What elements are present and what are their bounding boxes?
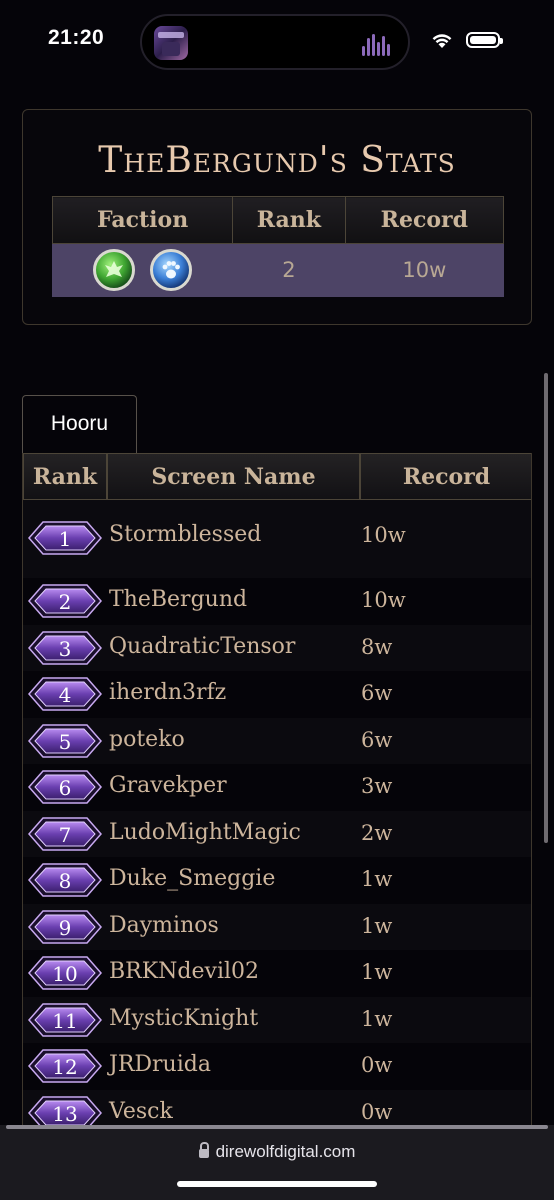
player-screen-name[interactable]: iherdn3rfz: [109, 680, 226, 705]
rank-badge: 10: [27, 955, 103, 991]
rank-number: 9: [58, 915, 72, 940]
rank-badge: 8: [27, 862, 103, 898]
rank-number: 11: [52, 1008, 78, 1033]
rank-number: 13: [52, 1101, 78, 1125]
rank-number: 3: [58, 636, 72, 661]
leaderboard-row[interactable]: 7 LudoMightMagic 2w: [23, 810, 531, 857]
player-record: 1w: [361, 960, 393, 985]
player-screen-name[interactable]: QuadraticTensor: [109, 634, 295, 659]
screen-name-column-header[interactable]: Screen Name: [107, 453, 360, 500]
player-record: 6w: [361, 727, 393, 752]
player-record: 0w: [361, 1053, 393, 1078]
rank-column-header[interactable]: Rank: [23, 453, 107, 500]
player-record: 3w: [361, 774, 393, 799]
player-screen-name[interactable]: Duke_Smeggie: [109, 866, 275, 891]
rank-header: Rank: [232, 196, 346, 244]
lock-icon: [198, 1142, 209, 1158]
player-record: 1w: [361, 913, 393, 938]
player-screen-name[interactable]: BRKNdevil02: [109, 959, 259, 984]
player-record: 10w: [361, 588, 406, 613]
rank-badge: 5: [27, 723, 103, 759]
player-record: 2w: [361, 820, 393, 845]
player-screen-name[interactable]: Dayminos: [109, 913, 219, 938]
rank-number: 1: [58, 527, 72, 551]
tab-hooru[interactable]: Hooru: [22, 395, 137, 453]
leaderboard: Rank Screen Name Record 1 Stormblessed 10w…: [22, 453, 532, 1125]
rank-number: 8: [58, 869, 72, 894]
leaderboard-row[interactable]: 11 MysticKnight 1w: [23, 996, 531, 1043]
url-bar-divider: [6, 1125, 548, 1129]
player-screen-name[interactable]: Gravekper: [109, 773, 227, 798]
wifi-icon: [432, 34, 452, 48]
leaderboard-row[interactable]: 5 poteko 6w: [23, 717, 531, 764]
rank-badge: 9: [27, 909, 103, 945]
leaderboard-row[interactable]: 8 Duke_Smeggie 1w: [23, 857, 531, 904]
battery-icon: [466, 32, 503, 48]
rank-number: 12: [52, 1055, 78, 1080]
status-time: 21:20: [48, 26, 105, 49]
leaderboard-row[interactable]: 1 Stormblessed 10w: [23, 500, 531, 578]
leaderboard-row[interactable]: 6 Gravekper 3w: [23, 764, 531, 811]
rank-badge: 7: [27, 816, 103, 852]
rank-badge: 11: [27, 1002, 103, 1038]
player-rank-value: 2: [232, 243, 346, 297]
player-record: 1w: [361, 1006, 393, 1031]
browser-url-bar[interactable]: direwolfdigital.com: [0, 1125, 554, 1200]
leaderboard-row[interactable]: 13 Vesck 0w: [23, 1089, 531, 1125]
rank-number: 5: [58, 729, 72, 754]
player-screen-name[interactable]: MysticKnight: [109, 1006, 258, 1031]
player-record: 6w: [361, 681, 393, 706]
scrollbar[interactable]: [544, 373, 548, 843]
status-bar: 21:20: [0, 0, 554, 86]
rank-badge: 1: [27, 520, 103, 556]
rank-badge: 6: [27, 769, 103, 805]
leaderboard-row[interactable]: 4 iherdn3rfz 6w: [23, 671, 531, 718]
leaderboard-row[interactable]: 12 JRDruida 0w: [23, 1043, 531, 1090]
rank-badge: 3: [27, 630, 103, 666]
record-column-header[interactable]: Record: [360, 453, 531, 500]
player-screen-name[interactable]: poteko: [109, 727, 185, 752]
rank-number: 2: [58, 590, 72, 615]
player-record: 8w: [361, 634, 393, 659]
leaderboard-row[interactable]: 3 QuadraticTensor 8w: [23, 624, 531, 671]
stats-title: TheBergund's Stats: [98, 140, 456, 181]
leaderboard-row[interactable]: 10 BRKNdevil02 1w: [23, 950, 531, 997]
audio-waveform-icon: [362, 34, 392, 56]
dynamic-island[interactable]: [140, 14, 410, 70]
player-record-value: 10w: [344, 243, 505, 297]
faction-cell: [51, 243, 234, 297]
player-record: 1w: [361, 867, 393, 892]
rank-badge: 2: [27, 583, 103, 619]
player-screen-name[interactable]: TheBergund: [109, 587, 247, 612]
player-screen-name[interactable]: JRDruida: [109, 1052, 211, 1077]
rank-number: 10: [52, 962, 78, 987]
leaderboard-rows: 1 Stormblessed 10w 2 TheBergund 10w 3 Quadratic…: [23, 500, 531, 1125]
leaderboard-row[interactable]: 9 Dayminos 1w: [23, 903, 531, 950]
player-record: 0w: [361, 1099, 393, 1124]
rank-number: 6: [58, 776, 72, 801]
address-field[interactable]: direwolfdigital.com: [0, 1142, 554, 1162]
player-screen-name[interactable]: Stormblessed: [109, 522, 261, 547]
status-icons: [430, 30, 522, 52]
url-text: direwolfdigital.com: [215, 1142, 356, 1161]
rank-badge: 13: [27, 1095, 103, 1125]
green-faction-icon: [93, 249, 136, 291]
rank-number: 7: [58, 822, 72, 847]
rank-badge: 12: [27, 1048, 103, 1084]
player-stats-card: TheBergund's Stats Faction Rank Record 2…: [22, 109, 532, 325]
blue-faction-icon: [149, 249, 192, 291]
record-header: Record: [344, 196, 505, 244]
now-playing-artwork: [154, 26, 188, 60]
faction-header: Faction: [51, 196, 234, 244]
home-indicator[interactable]: [177, 1181, 377, 1187]
leaderboard-header: Rank Screen Name Record: [23, 453, 531, 500]
player-screen-name[interactable]: LudoMightMagic: [109, 820, 301, 845]
player-record: 10w: [361, 523, 406, 547]
rank-badge: 4: [27, 676, 103, 712]
rank-number: 4: [58, 683, 72, 708]
stats-table: Faction Rank Record 2 10w: [51, 196, 505, 297]
leaderboard-row[interactable]: 2 TheBergund 10w: [23, 578, 531, 625]
player-screen-name[interactable]: Vesck: [109, 1099, 173, 1124]
